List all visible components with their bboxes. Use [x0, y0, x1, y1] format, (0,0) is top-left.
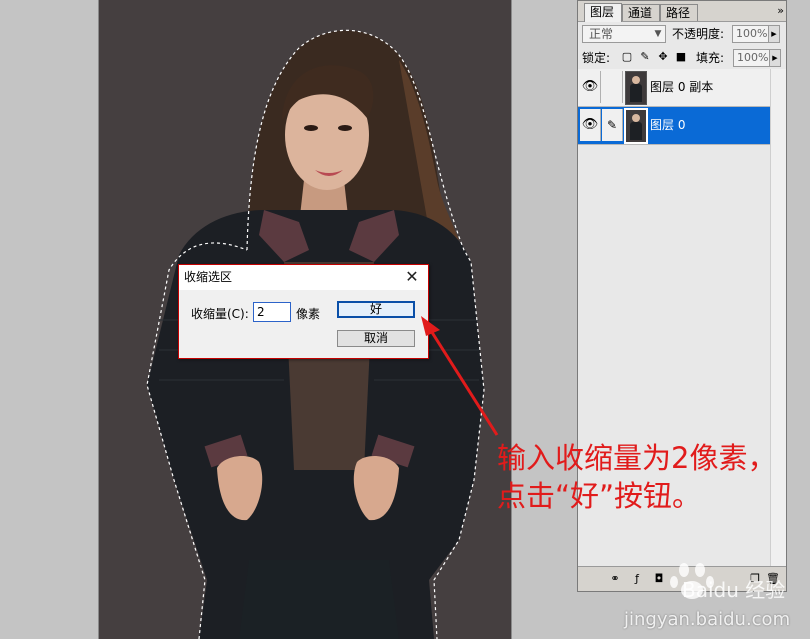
- play-right-icon[interactable]: ▶: [768, 26, 779, 42]
- close-icon[interactable]: ✕: [402, 267, 422, 287]
- layer-row[interactable]: 👁 图层 0 副本: [578, 69, 786, 107]
- contract-amount-label: 收缩量(C):: [191, 307, 249, 321]
- watermark-logo-text: Baidu 经验: [682, 578, 786, 602]
- tab-paths[interactable]: 路径: [660, 4, 699, 21]
- lock-brush-icon[interactable]: ✎: [638, 50, 652, 64]
- dialog-title: 收缩选区: [184, 270, 233, 284]
- watermark-url: jingyan.baidu.com: [624, 609, 791, 630]
- opacity-field[interactable]: 100% ▶: [732, 25, 780, 43]
- chevron-down-icon: ▼: [654, 29, 662, 39]
- opacity-label: 不透明度:: [672, 27, 725, 41]
- contract-amount-input[interactable]: 2: [253, 302, 291, 322]
- lock-label: 锁定:: [582, 51, 611, 65]
- layer-name: 图层 0: [650, 118, 686, 132]
- tab-channels[interactable]: 通道: [622, 4, 661, 21]
- blend-mode-value: 正常: [589, 27, 614, 41]
- panel-tab-bar: 图层 通道 路径 »: [578, 1, 786, 22]
- fill-label: 填充:: [696, 51, 725, 65]
- lock-all-icon[interactable]: ■: [674, 50, 688, 64]
- tab-layers[interactable]: 图层: [584, 3, 623, 22]
- opacity-value: 100%: [736, 27, 768, 40]
- layers-list: 👁 图层 0 副本 👁 ✎ 图层 0: [578, 69, 786, 145]
- blend-mode-select[interactable]: 正常 ▼: [582, 25, 666, 43]
- unit-label: 像素: [296, 307, 321, 321]
- watermark: Baidu 经验 jingyan.baidu.com: [620, 560, 790, 630]
- cancel-button[interactable]: 取消: [337, 330, 415, 347]
- lock-transparency-icon[interactable]: ▢: [620, 50, 634, 64]
- layer-name: 图层 0 副本: [650, 80, 714, 94]
- annotation-text: 输入收缩量为2像素， 点击“好”按钮。: [497, 439, 776, 515]
- eye-icon[interactable]: 👁: [580, 109, 601, 141]
- annotation-line-1: 输入收缩量为2像素，: [497, 441, 777, 475]
- fill-value: 100%: [737, 51, 769, 64]
- panel-menu-icon[interactable]: »: [777, 4, 784, 17]
- play-right-icon[interactable]: ▶: [769, 50, 780, 66]
- contract-selection-dialog: 收缩选区 ✕ 收缩量(C): 2 像素 好 取消: [178, 264, 429, 359]
- brush-icon[interactable]: ✎: [602, 109, 623, 141]
- link-slot[interactable]: [602, 71, 623, 103]
- fill-field[interactable]: 100% ▶: [733, 49, 781, 67]
- annotation-line-2: 点击“好”按钮。: [497, 479, 702, 513]
- layer-thumbnail: [625, 71, 647, 105]
- eye-icon[interactable]: 👁: [580, 71, 601, 103]
- layer-row-selected[interactable]: 👁 ✎ 图层 0: [578, 107, 786, 145]
- dialog-title-bar[interactable]: 收缩选区 ✕: [179, 265, 428, 290]
- ok-button[interactable]: 好: [337, 301, 415, 318]
- lock-row: 锁定: ▢ ✎ ✥ ■ 填充: 100% ▶: [578, 47, 786, 70]
- layer-thumbnail: [624, 108, 648, 144]
- lock-move-icon[interactable]: ✥: [656, 50, 670, 64]
- blend-row: 正常 ▼ 不透明度: 100% ▶: [582, 25, 782, 43]
